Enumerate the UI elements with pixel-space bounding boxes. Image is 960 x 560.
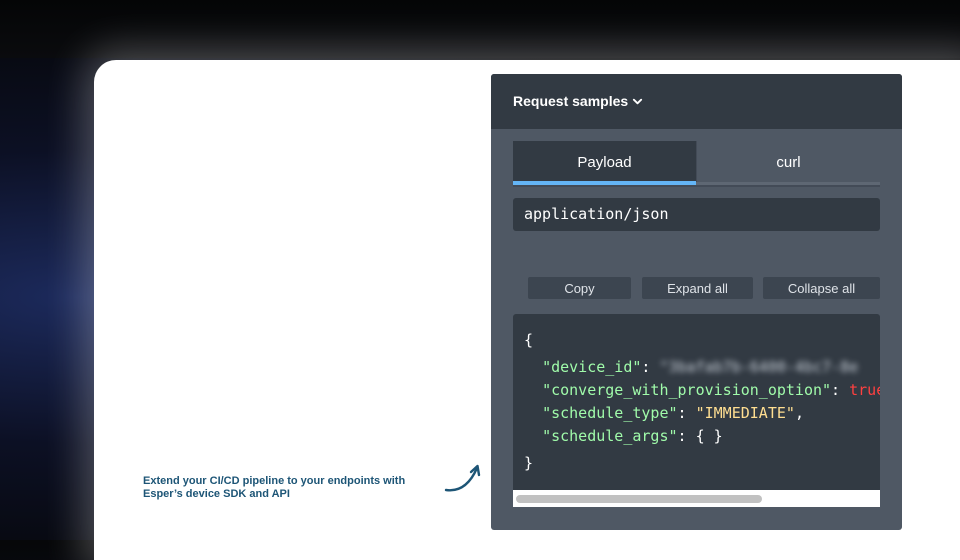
annotation-line-2: Esper’s device SDK and API (143, 488, 290, 500)
json-value-object: { } (695, 427, 723, 445)
top-background (0, 0, 960, 58)
active-tab-indicator (513, 181, 696, 185)
json-sep: : (677, 427, 696, 445)
code-line-schedule-args: "schedule_args": { } (524, 425, 723, 447)
content-type-display: application/json (513, 198, 880, 231)
tab-curl[interactable]: curl (697, 141, 880, 184)
json-key: "device_id" (542, 358, 642, 376)
json-value-string: "IMMEDIATE" (695, 404, 795, 422)
json-key: "schedule_type" (542, 404, 678, 422)
scrollbar-thumb[interactable] (516, 495, 762, 503)
json-value-redacted: "3bafab7b-6400-4bc7-8e (659, 358, 859, 376)
curved-arrow-icon (444, 464, 481, 492)
json-key: "schedule_args" (542, 427, 678, 445)
code-line-schedule-type: "schedule_type": "IMMEDIATE", (524, 402, 804, 424)
code-line-device-id: "device_id": "3bafab7b-6400-4bc7-8e (524, 356, 858, 378)
annotation-text: Extend your CI/CD pipeline to your endpo… (143, 475, 463, 501)
copy-button[interactable]: Copy (528, 277, 631, 299)
json-key: "converge_with_provision_option" (542, 381, 832, 399)
json-sep: : (641, 358, 660, 376)
tab-payload[interactable]: Payload (513, 141, 696, 184)
json-value-bool: true (849, 381, 880, 399)
request-samples-toggle[interactable]: Request samples (513, 93, 643, 109)
json-code-block: { "device_id": "3bafab7b-6400-4bc7-8e "c… (513, 314, 880, 506)
request-samples-panel: Request samples Payload curl application… (491, 74, 902, 530)
panel-header: Request samples (491, 74, 902, 129)
json-trail: , (794, 404, 804, 422)
panel-title: Request samples (513, 93, 629, 109)
json-sep: : (831, 381, 850, 399)
expand-all-button[interactable]: Expand all (642, 277, 753, 299)
chevron-down-icon (633, 98, 643, 104)
code-line-converge: "converge_with_provision_option": true (524, 379, 880, 401)
json-sep: : (677, 404, 696, 422)
horizontal-scrollbar[interactable] (513, 490, 880, 507)
code-close-brace: } (524, 454, 534, 472)
annotation-line-1: Extend your CI/CD pipeline to your endpo… (143, 475, 406, 487)
code-open-brace: { (524, 331, 534, 349)
collapse-all-button[interactable]: Collapse all (763, 277, 880, 299)
